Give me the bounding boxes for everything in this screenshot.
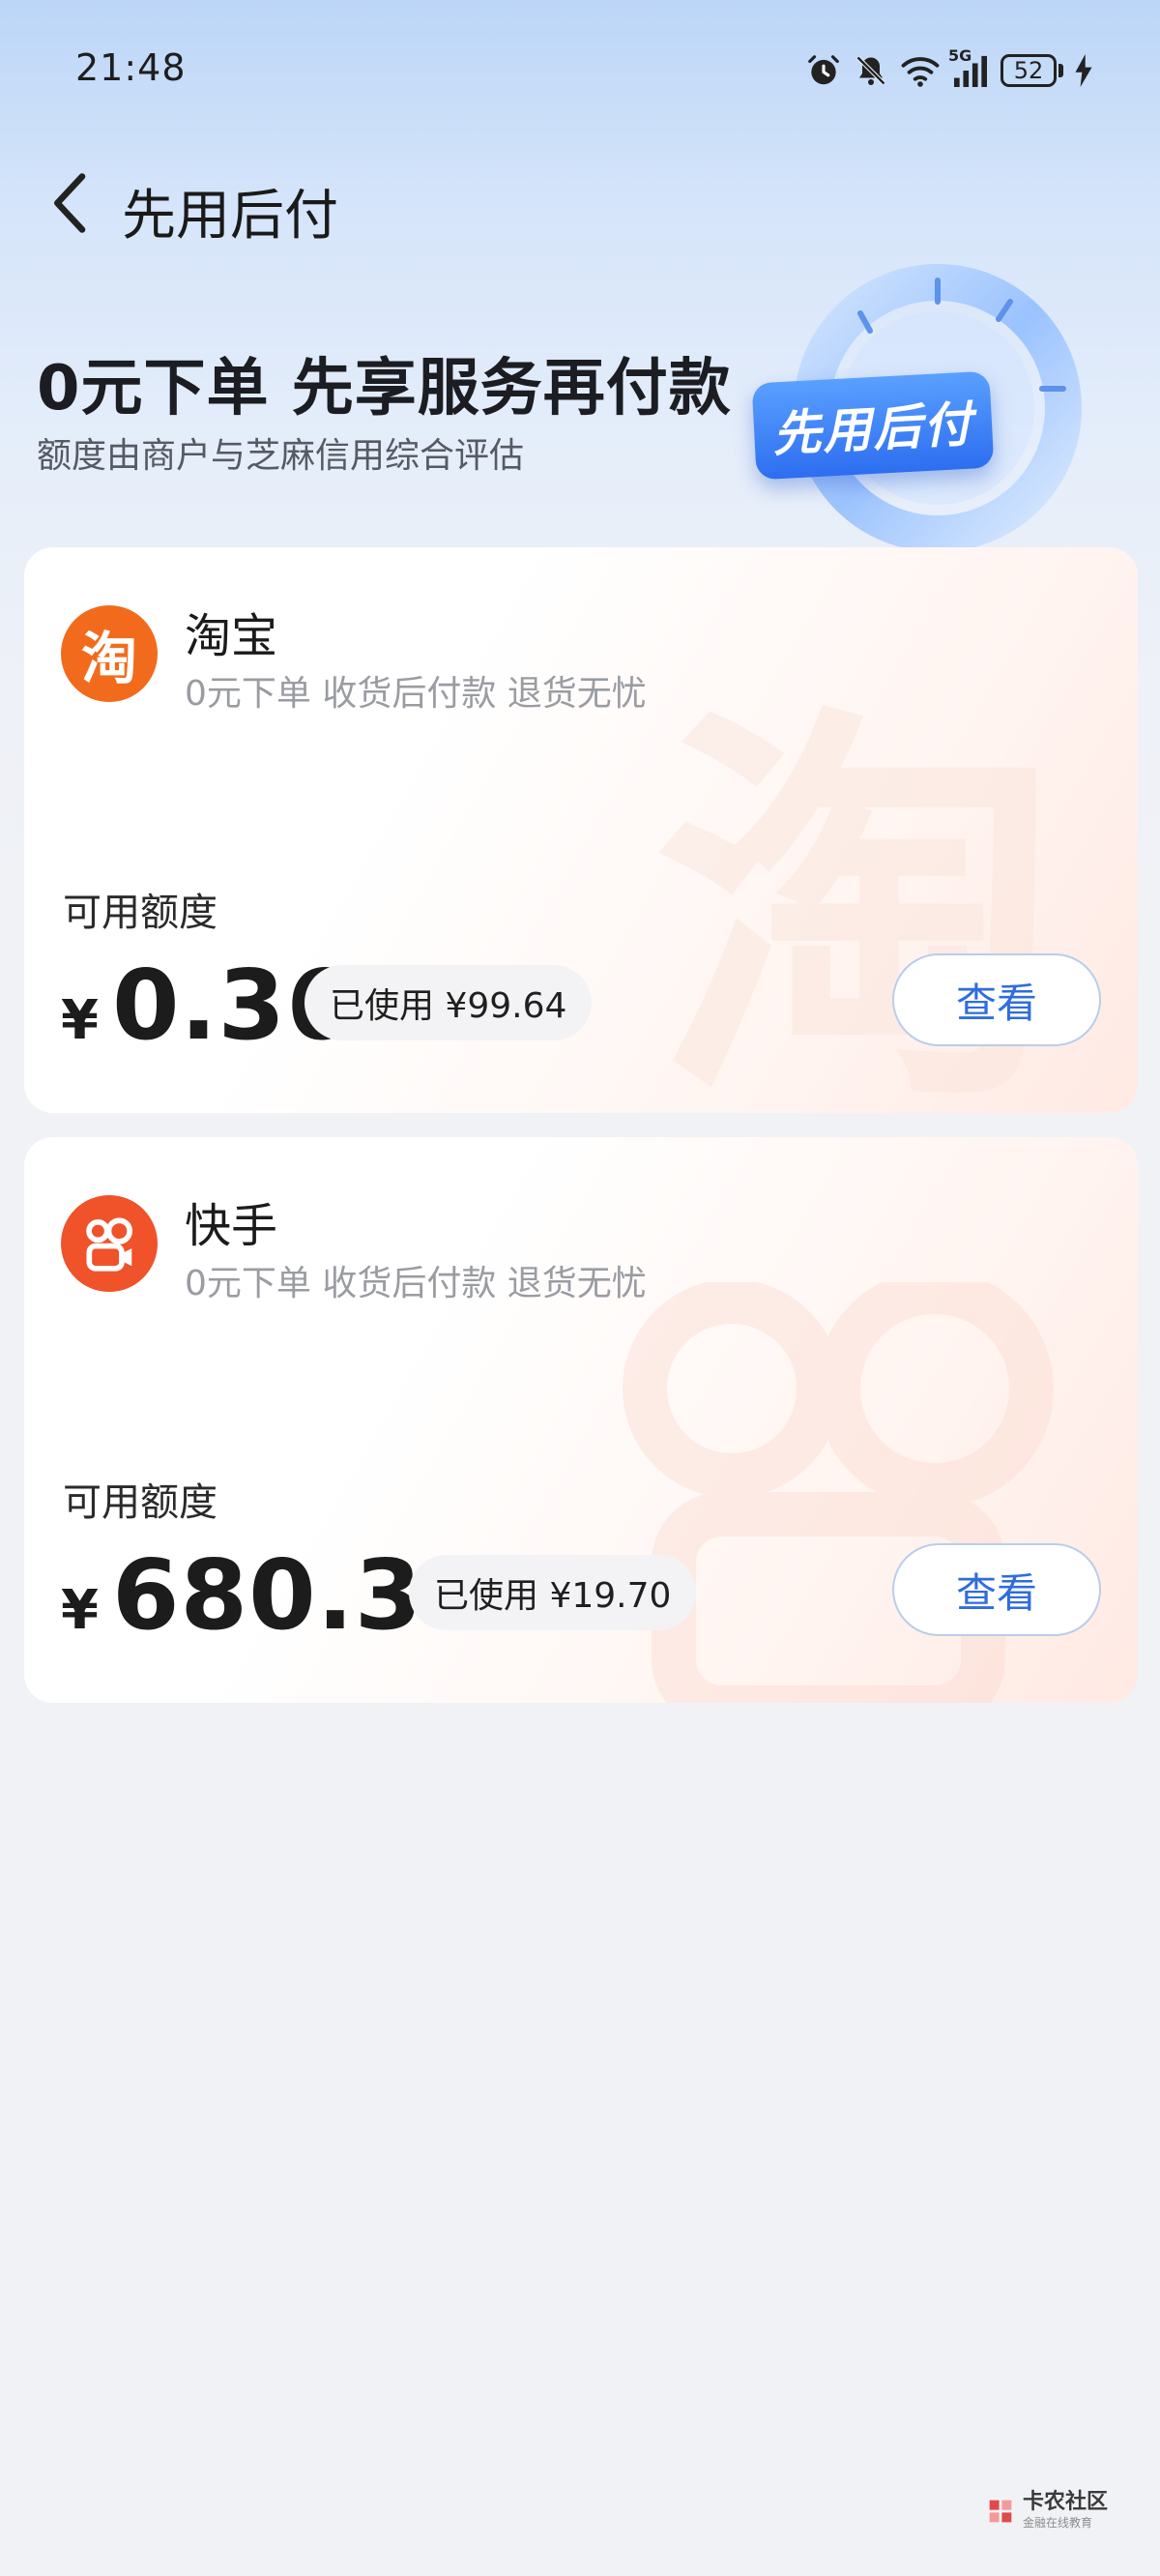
- merchant-name: 快手: [185, 1199, 278, 1253]
- view-button[interactable]: 查看: [892, 1543, 1101, 1636]
- status-icons: 5G 52: [805, 46, 1092, 95]
- currency-symbol: ¥: [61, 1579, 99, 1642]
- kuaishou-logo-icon: [61, 1195, 158, 1292]
- signal-indicator: 5G: [948, 46, 989, 87]
- currency-symbol: ¥: [61, 989, 99, 1052]
- available-limit-label: 可用额度: [63, 891, 218, 935]
- battery-level: 52: [1000, 54, 1057, 87]
- alarm-icon: [808, 55, 839, 85]
- used-amount-badge: 已使用 ¥19.70: [409, 1555, 697, 1630]
- wifi-icon: [901, 57, 940, 87]
- hero-badge: 先用后付: [744, 263, 1112, 553]
- footer-brand: 卡农社区 金融在线教育: [984, 2491, 1108, 2531]
- mute-icon: [856, 55, 886, 86]
- charging-icon: [1075, 54, 1092, 87]
- network-type: 5G: [948, 46, 972, 65]
- taobao-logo-icon: 淘: [61, 605, 158, 702]
- page-title: 先用后付: [122, 185, 338, 248]
- brand-name: 卡农社区: [1023, 2490, 1109, 2514]
- merchant-description: 0元下单 收货后付款 退货无忧: [185, 674, 647, 714]
- available-limit-label: 可用额度: [63, 1480, 218, 1525]
- brand-logo-icon: [989, 2500, 1012, 2522]
- merchant-description: 0元下单 收货后付款 退货无忧: [185, 1264, 647, 1303]
- status-time: 21:48: [75, 46, 187, 89]
- merchant-card-taobao: 淘 淘 淘宝 0元下单 收货后付款 退货无忧 可用额度 ¥ 0.36 已使用 ¥…: [24, 547, 1138, 1113]
- hero-subtitle: 额度由商户与芝麻信用综合评估: [37, 436, 525, 476]
- kuaishou-watermark-icon: [623, 1282, 1054, 1703]
- chevron-left-icon: [54, 173, 86, 233]
- used-amount-badge: 已使用 ¥99.64: [304, 965, 593, 1040]
- hero-title: 0元下单 先享服务再付款: [37, 353, 732, 424]
- merchant-name: 淘宝: [185, 609, 278, 663]
- back-button[interactable]: [33, 164, 110, 242]
- taobao-watermark-icon: 淘: [654, 678, 1060, 1114]
- status-bar: 21:48 5G 52: [0, 0, 1160, 135]
- merchant-card-kuaishou: 快手 0元下单 收货后付款 退货无忧 可用额度 ¥ 680.30 已使用 ¥19…: [24, 1137, 1138, 1703]
- brand-subtitle: 金融在线教育: [1023, 2516, 1093, 2530]
- hero-badge-label: 先用后付: [751, 370, 995, 481]
- view-button[interactable]: 查看: [892, 953, 1101, 1046]
- battery-icon: 52: [1000, 54, 1063, 87]
- header: 先用后付: [0, 155, 1160, 251]
